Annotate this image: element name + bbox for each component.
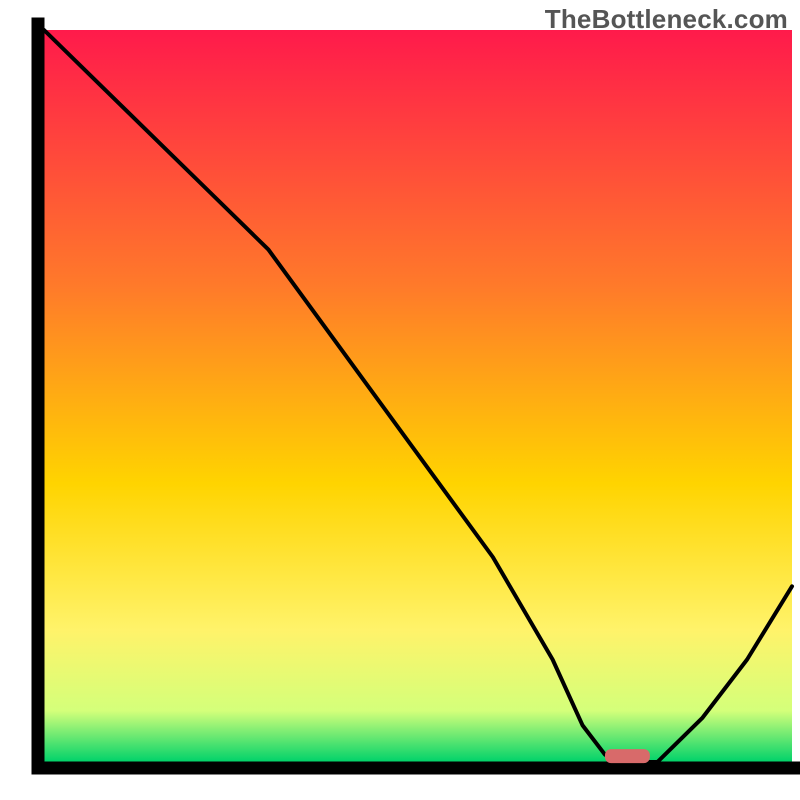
optimal-range-marker — [605, 749, 650, 763]
bottleneck-chart — [0, 0, 800, 800]
chart-container: TheBottleneck.com — [0, 0, 800, 800]
watermark-text: TheBottleneck.com — [545, 4, 788, 35]
